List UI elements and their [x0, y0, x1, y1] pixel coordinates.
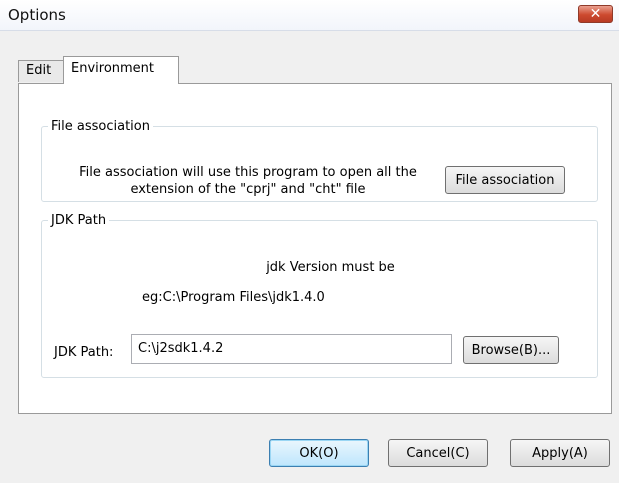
window-title: Options	[8, 6, 66, 24]
ok-button[interactable]: OK(O)	[269, 439, 369, 467]
environment-tab-panel: File association File association will u…	[18, 83, 612, 414]
tab-environment-label: Environment	[71, 61, 155, 76]
apply-button[interactable]: Apply(A)	[510, 439, 610, 467]
browse-button[interactable]: Browse(B)...	[463, 336, 559, 364]
cancel-button[interactable]: Cancel(C)	[388, 439, 488, 467]
file-association-description-line2: extension of the "cprj" and "cht" file	[130, 182, 366, 197]
jdk-path-field-label: JDK Path:	[54, 345, 114, 360]
jdk-path-group: JDK Path jdk Version must be eg:C:\Progr…	[41, 213, 598, 378]
file-association-description: File association will use this program t…	[68, 164, 428, 198]
options-dialog: Options ✕ Edit Environment File associat…	[0, 0, 619, 483]
close-icon: ✕	[589, 6, 602, 22]
jdk-version-note: jdk Version must be	[266, 260, 395, 275]
tab-environment[interactable]: Environment	[63, 56, 179, 84]
file-association-legend: File association	[51, 119, 150, 134]
title-bar: Options ✕	[0, 0, 619, 31]
jdk-path-input[interactable]: C:\j2sdk1.4.2	[131, 334, 452, 364]
tab-edit[interactable]: Edit	[18, 60, 65, 82]
file-association-group: File association File association will u…	[41, 119, 598, 202]
close-button[interactable]: ✕	[578, 5, 613, 23]
file-association-description-line1: File association will use this program t…	[79, 165, 417, 180]
jdk-example-path: eg:C:\Program Files\jdk1.4.0	[142, 290, 325, 305]
jdk-path-legend: JDK Path	[51, 213, 107, 228]
file-association-button[interactable]: File association	[445, 166, 565, 194]
tab-edit-label: Edit	[26, 63, 52, 78]
